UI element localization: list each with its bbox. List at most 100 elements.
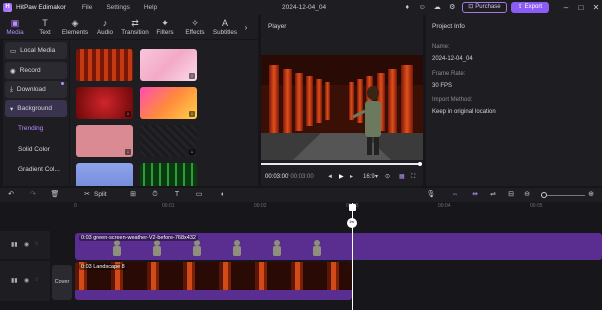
download-icon: ⤓	[10, 85, 13, 93]
snapshot-icon[interactable]: ⊙	[385, 172, 390, 182]
visibility-icon[interactable]: ◉	[24, 241, 29, 248]
minimize-icon[interactable]: –	[560, 2, 572, 14]
timeline-clip-main[interactable]: 0:03 Landscape 8	[75, 262, 352, 300]
microphone-icon[interactable]: 🎙	[426, 190, 436, 200]
folder-icon: ▣	[10, 18, 20, 28]
tab-filters[interactable]: ✦ Filters	[150, 15, 180, 39]
background-thumb[interactable]: ↓	[140, 87, 197, 119]
background-thumb[interactable]: ↓	[140, 125, 197, 157]
background-thumb[interactable]: ↓	[76, 87, 133, 119]
audio-icon: ♪	[102, 18, 108, 28]
sidebar-item-label: Record	[19, 67, 41, 74]
link-icon[interactable]: ⇹	[468, 190, 482, 200]
timeline-clip-overlay[interactable]: 0:03 green-screen-weather-V2-before-768x…	[75, 233, 602, 260]
zoom-slider-handle[interactable]	[541, 192, 547, 198]
background-thumb[interactable]: ↓	[76, 125, 133, 157]
visibility-icon[interactable]: ◉	[24, 277, 29, 284]
grid-icon[interactable]: ▦	[399, 172, 405, 182]
speed-icon[interactable]: ◐	[218, 190, 228, 200]
maximize-icon[interactable]: □	[575, 2, 587, 14]
sidebar-sub-gradient-color[interactable]: Gradient Col...	[18, 166, 60, 173]
video-frame	[261, 55, 423, 160]
chevron-down-icon[interactable]: ▾	[375, 172, 378, 182]
tab-label: Text	[39, 29, 51, 36]
cloud-icon[interactable]: ☁	[432, 3, 442, 13]
undo-icon[interactable]: ↶	[6, 190, 16, 200]
sidebar-item-record[interactable]: ◉ Record	[5, 62, 67, 79]
playback-progress[interactable]	[261, 162, 423, 166]
text-tool-icon[interactable]: T	[172, 190, 182, 200]
sidebar-sub-trending[interactable]: Trending	[18, 125, 43, 132]
play-icon[interactable]: ▶	[339, 172, 344, 182]
menu-file[interactable]: File	[82, 4, 92, 11]
next-frame-icon[interactable]: ▸	[350, 172, 353, 182]
mute-icon[interactable]: ◌	[35, 277, 39, 283]
account-icon[interactable]: ☺	[417, 3, 427, 13]
tab-media[interactable]: ▣ Media	[0, 15, 30, 39]
transition-icon: ⇄	[131, 18, 139, 28]
download-icon[interactable]: ↓	[189, 111, 195, 117]
timeline-ruler[interactable]: 0 00:01 00:02 00:03 00:04 00:05	[74, 203, 602, 213]
tab-effects[interactable]: ✧ Effects	[180, 15, 210, 39]
gift-icon[interactable]: ♦	[402, 3, 412, 13]
cover-button[interactable]: Cover	[52, 265, 72, 300]
download-icon[interactable]: ↓	[125, 111, 131, 117]
info-value: Keep in original location	[432, 109, 496, 115]
sidebar-item-download[interactable]: ⤓ Download	[5, 81, 67, 98]
playhead-handle[interactable]	[349, 204, 356, 211]
fit-icon[interactable]: ⊟	[506, 190, 516, 200]
zoom-out-icon[interactable]: ⊖	[522, 190, 532, 200]
export-label: Export	[524, 4, 542, 10]
tab-text[interactable]: T Text	[30, 15, 60, 39]
sidebar-item-local-media[interactable]: ▭ Local Media	[5, 42, 67, 59]
background-thumb[interactable]	[76, 163, 133, 186]
zoom-in-icon[interactable]: ⊕	[586, 190, 596, 200]
tab-elements[interactable]: ◈ Elements	[60, 15, 90, 39]
sidebar-item-background[interactable]: ▾ Background	[5, 100, 67, 117]
settings-icon[interactable]: ⚙	[447, 3, 457, 13]
lock-icon[interactable]: ▮▮	[11, 277, 18, 284]
track-icon[interactable]: ⇌	[488, 190, 498, 200]
background-thumb[interactable]	[76, 49, 133, 81]
background-thumb[interactable]: ↓	[140, 49, 197, 81]
tab-audio[interactable]: ♪ Audio	[90, 15, 120, 39]
close-icon[interactable]: ✕	[590, 2, 602, 14]
tab-subtitles[interactable]: A Subtitles	[210, 15, 240, 39]
video-preview[interactable]	[261, 55, 423, 160]
download-icon[interactable]: ↓	[189, 73, 195, 79]
mute-icon[interactable]: ◌	[35, 241, 39, 247]
subtitle-tool-icon[interactable]: ▭	[194, 190, 204, 200]
ruler-tick: 00:05	[530, 203, 543, 209]
volume-icon[interactable]: ◄	[327, 172, 333, 182]
download-icon[interactable]: ↓	[189, 149, 195, 155]
fullscreen-icon[interactable]: ⛶	[411, 172, 415, 182]
clip-label: 0:03 green-screen-weather-V2-before-768x…	[79, 235, 198, 241]
media-sidebar: ▭ Local Media ◉ Record ⤓ Download ▾ Backgrou…	[3, 40, 69, 186]
sidebar-sub-solid-color[interactable]: Solid Color	[18, 146, 50, 153]
lock-icon[interactable]: ▮▮	[11, 241, 18, 248]
download-icon[interactable]: ↓	[125, 149, 131, 155]
menu-settings[interactable]: Settings	[106, 4, 130, 11]
title-actions: ♦ ☺ ☁ ⚙ ⊡ Purchase ⇪ Export – □ ✕	[402, 0, 602, 15]
progress-handle[interactable]	[418, 162, 422, 166]
aspect-ratio-select[interactable]: 16:9	[363, 172, 375, 182]
menu-help[interactable]: Help	[144, 4, 157, 11]
background-thumb[interactable]	[140, 163, 197, 186]
tab-label: Filters	[156, 29, 174, 36]
export-button[interactable]: ⇪ Export	[510, 2, 549, 13]
scissors-icon[interactable]: ✂	[82, 190, 92, 200]
title-bar: H HitPaw Edimakor File Settings Help 202…	[0, 0, 602, 15]
media-grid: ↓ ↓ ↓ ↓ ↓	[70, 40, 258, 186]
scissors-icon[interactable]: ✂	[347, 218, 357, 228]
split-button[interactable]: Split	[94, 190, 107, 200]
purchase-button[interactable]: ⊡ Purchase	[462, 2, 507, 13]
tab-transition[interactable]: ⇄ Transition	[120, 15, 150, 39]
freeze-icon[interactable]: ⏱	[150, 190, 160, 200]
tab-label: Transition	[121, 29, 149, 36]
crop-icon[interactable]: ⊞	[128, 190, 138, 200]
delete-icon[interactable]: 🗑	[50, 190, 60, 200]
tabs-more-icon[interactable]: ›	[240, 15, 252, 39]
current-time: 00:03:00	[265, 174, 289, 180]
snap-icon[interactable]: ⇔	[448, 190, 462, 200]
redo-icon[interactable]: ↷	[28, 190, 38, 200]
